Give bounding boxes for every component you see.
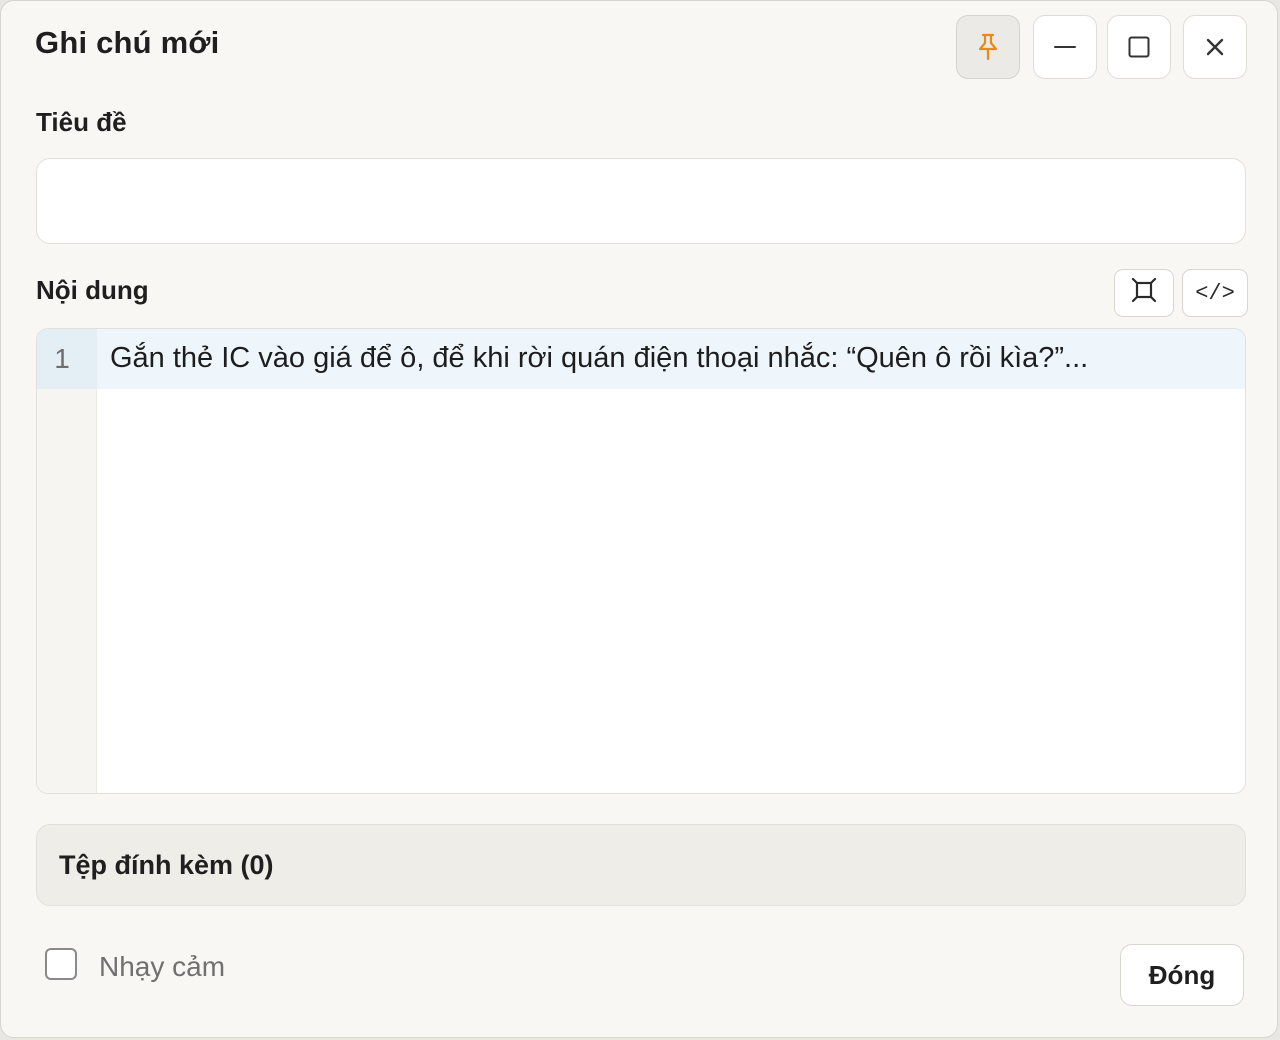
content-field-label: Nội dung: [36, 275, 149, 305]
code-mode-button[interactable]: </>: [1182, 269, 1248, 317]
close-icon: [1205, 37, 1225, 57]
close-window-button[interactable]: [1183, 15, 1247, 79]
sensitive-checkbox[interactable]: [45, 948, 77, 980]
editor-line[interactable]: Gắn thẻ IC vào giá để ô, để khi rời quán…: [110, 342, 1088, 375]
line-number: 1: [54, 343, 70, 374]
sensitive-label[interactable]: Nhạy cảm: [99, 951, 225, 983]
title-field-label: Tiêu đề: [36, 107, 127, 137]
pin-button[interactable]: [956, 15, 1020, 79]
content-editor[interactable]: 1 Gắn thẻ IC vào giá để ô, để khi rời qu…: [36, 328, 1246, 794]
attachments-section[interactable]: Tệp đính kèm (0): [36, 824, 1246, 906]
window-title: Ghi chú mới: [35, 25, 220, 60]
minimize-icon: [1053, 35, 1077, 59]
maximize-button[interactable]: [1107, 15, 1171, 79]
minimize-button[interactable]: [1033, 15, 1097, 79]
expand-icon: [1130, 276, 1158, 311]
close-dialog-button[interactable]: Đóng: [1120, 944, 1244, 1006]
line-gutter: [37, 329, 97, 793]
attachments-label: Tệp đính kèm (0): [59, 850, 274, 880]
pin-icon: [975, 32, 1001, 62]
title-input[interactable]: [36, 158, 1246, 244]
expand-editor-button[interactable]: [1114, 269, 1174, 317]
note-window: Ghi chú mới Tiêu đề Nội dung </> 1 Gắn t…: [0, 0, 1278, 1038]
maximize-icon: [1127, 35, 1151, 59]
